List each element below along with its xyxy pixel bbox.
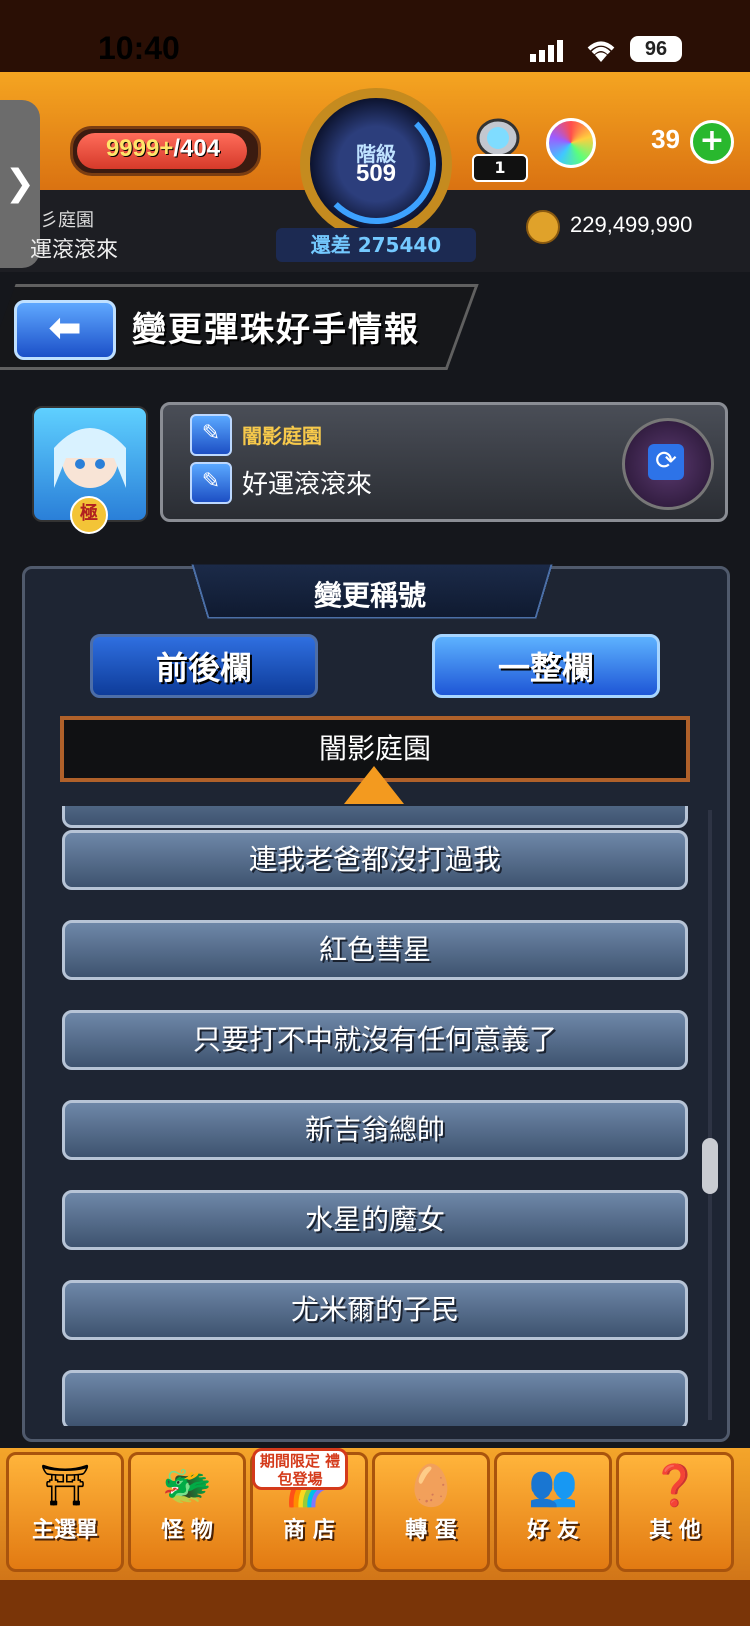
- list-item[interactable]: 水星的魔女: [62, 1190, 688, 1250]
- stamina-current: 9999+: [105, 135, 174, 162]
- nav-gacha-label: 轉 蛋: [405, 1518, 457, 1543]
- status-time: 10:40: [98, 30, 180, 66]
- list-item[interactable]: 紅色彗星: [62, 920, 688, 980]
- orb-count: 39: [651, 124, 680, 154]
- hud-player-name: 運滾滾來: [30, 238, 119, 263]
- add-orb-button[interactable]: +: [690, 120, 734, 164]
- coin-count: 229,499,990: [570, 212, 693, 237]
- list-item[interactable]: 只要打不中就沒有任何意義了: [62, 1010, 688, 1070]
- selection-pointer-icon: [344, 766, 404, 804]
- gate-icon: ⛩: [39, 1463, 91, 1509]
- cellular-signal-icon: [530, 40, 570, 62]
- monster-icon: 🐲: [162, 1463, 212, 1509]
- list-item-partial[interactable]: [62, 806, 688, 828]
- orb-icon: [546, 118, 596, 168]
- current-name: 好運滾滾來: [242, 470, 373, 500]
- title-list[interactable]: 連我老爸都沒打過我 紅色彗星 只要打不中就沒有任何意義了 新吉翁總帥 水星的魔女…: [60, 806, 690, 1426]
- nav-monster-label: 怪 物: [161, 1518, 213, 1543]
- back-button[interactable]: ⬅: [14, 300, 116, 360]
- nav-main-menu-label: 主選單: [31, 1518, 98, 1543]
- pencil-icon: ✎: [201, 469, 221, 494]
- tab-front-back[interactable]: 前後欄: [90, 634, 318, 698]
- edit-title-button[interactable]: ✎: [190, 414, 232, 456]
- scrollbar-thumb[interactable]: [702, 1138, 718, 1194]
- avatar-rarity-badge: 極: [70, 496, 108, 534]
- friends-icon: 👥: [528, 1463, 578, 1509]
- stamina-bar: 9999+/404: [70, 126, 261, 176]
- edit-name-button[interactable]: ✎: [190, 462, 232, 504]
- chevron-right-icon: ❯: [4, 163, 36, 204]
- nav-friends-label: 好 友: [527, 1518, 579, 1543]
- tab-whole-column[interactable]: 一整欄: [432, 634, 660, 698]
- nav-shop-label: 商 店: [283, 1518, 335, 1543]
- page-title: 變更彈珠好手情報: [132, 310, 420, 350]
- swap-icon: ⟳: [648, 444, 684, 480]
- question-icon: ❓: [650, 1463, 700, 1509]
- current-title: 闇影庭園: [242, 424, 322, 448]
- coin-icon: [526, 210, 560, 244]
- hud-player-title: 彡庭園: [40, 210, 94, 231]
- panel-title: 變更稱號: [313, 579, 426, 612]
- rank-value: 509: [355, 160, 397, 187]
- list-item-partial[interactable]: [62, 1370, 688, 1426]
- pencil-icon: ✎: [201, 421, 221, 446]
- battery-indicator: 96: [630, 36, 682, 62]
- list-item[interactable]: 連我老爸都沒打過我: [62, 830, 688, 890]
- stamina-text: 9999+/404: [73, 135, 253, 163]
- scrollbar-track[interactable]: [708, 810, 712, 1420]
- back-arrow-icon: ⬅: [48, 305, 82, 351]
- exp-remaining: 還差 275440: [276, 228, 476, 262]
- bottom-nav-base: [0, 1580, 750, 1626]
- egg-count: 1: [472, 154, 528, 182]
- wifi-icon: [584, 38, 618, 64]
- shop-limited-badge: 期間限定 禮包登場: [252, 1448, 348, 1490]
- egg-icon: 🥚: [406, 1463, 456, 1509]
- list-item[interactable]: 尤米爾的子民: [62, 1280, 688, 1340]
- stamina-max: /404: [173, 135, 221, 162]
- list-item[interactable]: 新吉翁總帥: [62, 1100, 688, 1160]
- nav-other-label: 其 他: [649, 1518, 701, 1543]
